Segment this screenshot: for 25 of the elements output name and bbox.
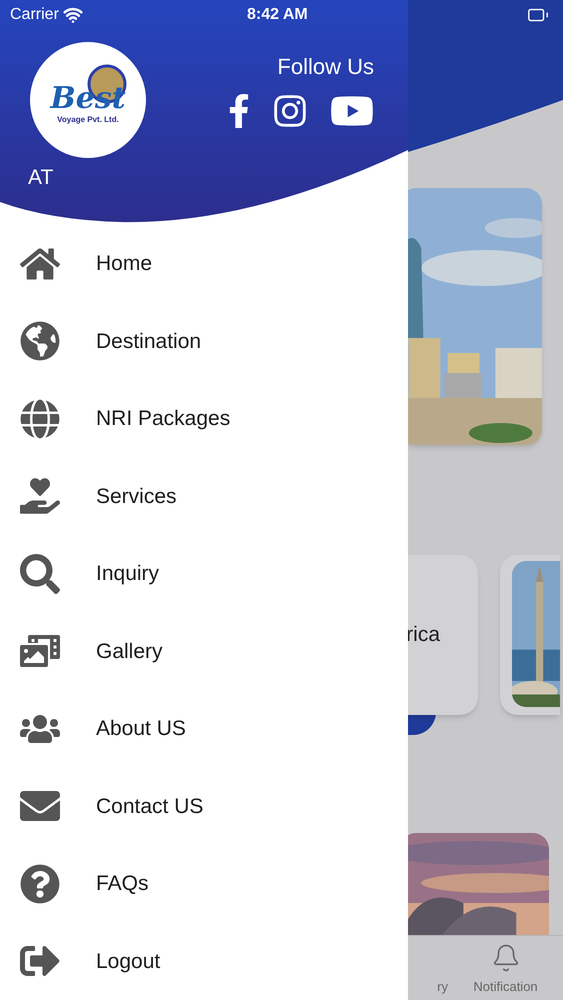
logo-name: Best — [50, 84, 126, 114]
clock: 8:42 AM — [247, 5, 308, 25]
globe-icon — [20, 398, 60, 439]
menu-item[interactable]: Gallery — [0, 612, 408, 690]
menu-item[interactable]: Services — [0, 458, 408, 535]
hand-icon — [20, 476, 60, 516]
wifi-icon — [62, 5, 83, 25]
facebook-icon[interactable] — [228, 94, 250, 128]
menu-item[interactable]: FAQs — [0, 845, 408, 922]
card-title: rica — [406, 622, 440, 648]
menu-item[interactable]: Home — [0, 225, 408, 302]
menu-item[interactable]: NRI Packages — [0, 380, 408, 458]
menu-item[interactable]: Logout — [0, 922, 408, 1000]
menu-item[interactable]: Destination — [0, 302, 408, 380]
user-initials: AT — [28, 165, 54, 191]
question-icon — [20, 864, 60, 904]
follow-title: Follow Us — [277, 53, 374, 81]
globe-icon — [20, 321, 60, 362]
magnifier-icon — [20, 554, 60, 594]
logo-tagline: Voyage Pvt. Ltd. — [57, 114, 119, 126]
menu-item[interactable]: About US — [0, 690, 408, 768]
carrier-label: Carrier — [10, 5, 59, 25]
instagram-icon[interactable] — [272, 93, 308, 129]
menu-item[interactable]: Contact US — [0, 768, 408, 845]
menu-item[interactable]: Inquiry — [0, 535, 408, 612]
